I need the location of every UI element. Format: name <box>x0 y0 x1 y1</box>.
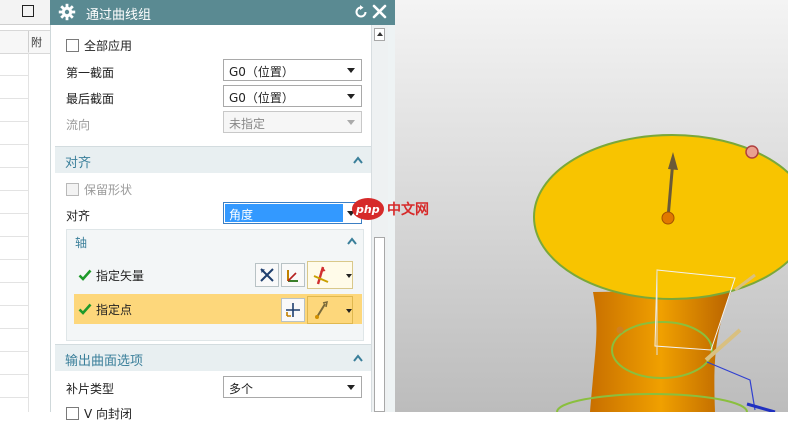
output-section-header[interactable]: 输出曲面选项 <box>55 344 371 371</box>
chevron-down-icon <box>347 385 355 390</box>
php-watermark: php 中文网 <box>352 198 429 220</box>
inferred-vector-icon <box>313 266 329 285</box>
dialog-content: 全部应用 第一截面 G0（位置） 最后截面 G0（位置） 流向 未指定 对齐 保… <box>50 25 371 421</box>
through-curve-mesh-dialog: 通过曲线组 全部应用 第一截面 G0（位置） 最后截面 G0（位置） 流向 未指… <box>50 0 395 421</box>
reverse-direction-button[interactable] <box>255 263 279 287</box>
patch-type-select[interactable]: 多个 <box>223 376 362 398</box>
column-header: 附 <box>0 30 50 54</box>
reset-icon[interactable] <box>354 5 368 19</box>
flow-direction-label: 流向 <box>66 118 91 132</box>
keep-shape-label: 保留形状 <box>84 183 133 197</box>
flow-direction-select: 未指定 <box>223 111 362 133</box>
dialog-titlebar[interactable]: 通过曲线组 <box>50 0 395 25</box>
point-icon <box>286 303 300 317</box>
vector-icon <box>287 270 298 282</box>
last-section-select[interactable]: G0（位置） <box>223 85 362 107</box>
point-dialog-button[interactable] <box>281 298 305 322</box>
svg-text:中文网: 中文网 <box>387 201 429 218</box>
apply-all-checkbox[interactable] <box>66 39 79 52</box>
collapse-icon[interactable] <box>347 237 357 245</box>
first-section-select[interactable]: G0（位置） <box>223 59 362 81</box>
background-spreadsheet: 附 <box>0 0 51 412</box>
green-check-icon <box>78 269 92 281</box>
vector-dialog-button[interactable] <box>281 263 305 287</box>
column-header-label: 附 <box>31 36 42 49</box>
keep-shape-checkbox <box>66 183 79 196</box>
chevron-down-icon <box>347 68 355 73</box>
alignment-section-title: 对齐 <box>65 156 92 171</box>
align-label: 对齐 <box>66 209 91 223</box>
axis-subpanel: 轴 指定矢量 指定点 <box>66 229 364 341</box>
chevron-down-icon <box>347 120 355 125</box>
vector-inferred-button[interactable] <box>307 261 353 289</box>
maximize-icon[interactable] <box>22 5 34 17</box>
specify-point-label: 指定点 <box>96 303 133 317</box>
point-inferred-button[interactable] <box>307 296 353 324</box>
axis-subpanel-header[interactable]: 轴 <box>67 230 363 252</box>
v-closed-label: V 向封闭 <box>84 407 133 421</box>
green-check-icon <box>78 303 92 315</box>
collapse-icon[interactable] <box>353 354 363 362</box>
dialog-title: 通过曲线组 <box>86 8 152 23</box>
apply-all-label: 全部应用 <box>84 39 133 53</box>
axis-point-handle[interactable] <box>661 211 675 225</box>
gear-icon <box>58 3 76 21</box>
scroll-up-button[interactable] <box>374 28 385 41</box>
axis-subpanel-title: 轴 <box>75 236 88 250</box>
specify-vector-label: 指定矢量 <box>96 269 145 283</box>
last-section-label: 最后截面 <box>66 92 115 106</box>
close-icon[interactable] <box>372 4 387 19</box>
scrollbar-thumb[interactable] <box>374 237 385 412</box>
reverse-direction-icon <box>260 268 274 282</box>
graphics-viewport[interactable] <box>395 0 788 412</box>
align-select[interactable]: 角度 <box>223 202 362 224</box>
background-toolbar <box>0 0 50 25</box>
section-surface-top <box>533 134 788 300</box>
first-section-label: 第一截面 <box>66 66 115 80</box>
inferred-point-icon <box>315 300 328 319</box>
alignment-section-header[interactable]: 对齐 <box>55 146 371 173</box>
chevron-down-icon <box>347 94 355 99</box>
svg-text:php: php <box>355 203 380 216</box>
collapse-icon[interactable] <box>353 156 363 164</box>
start-point-marker <box>745 145 759 159</box>
specify-vector-row[interactable]: 指定矢量 <box>74 260 362 290</box>
output-section-title: 输出曲面选项 <box>65 354 144 369</box>
patch-type-label: 补片类型 <box>66 382 115 396</box>
v-closed-checkbox[interactable] <box>66 407 79 420</box>
